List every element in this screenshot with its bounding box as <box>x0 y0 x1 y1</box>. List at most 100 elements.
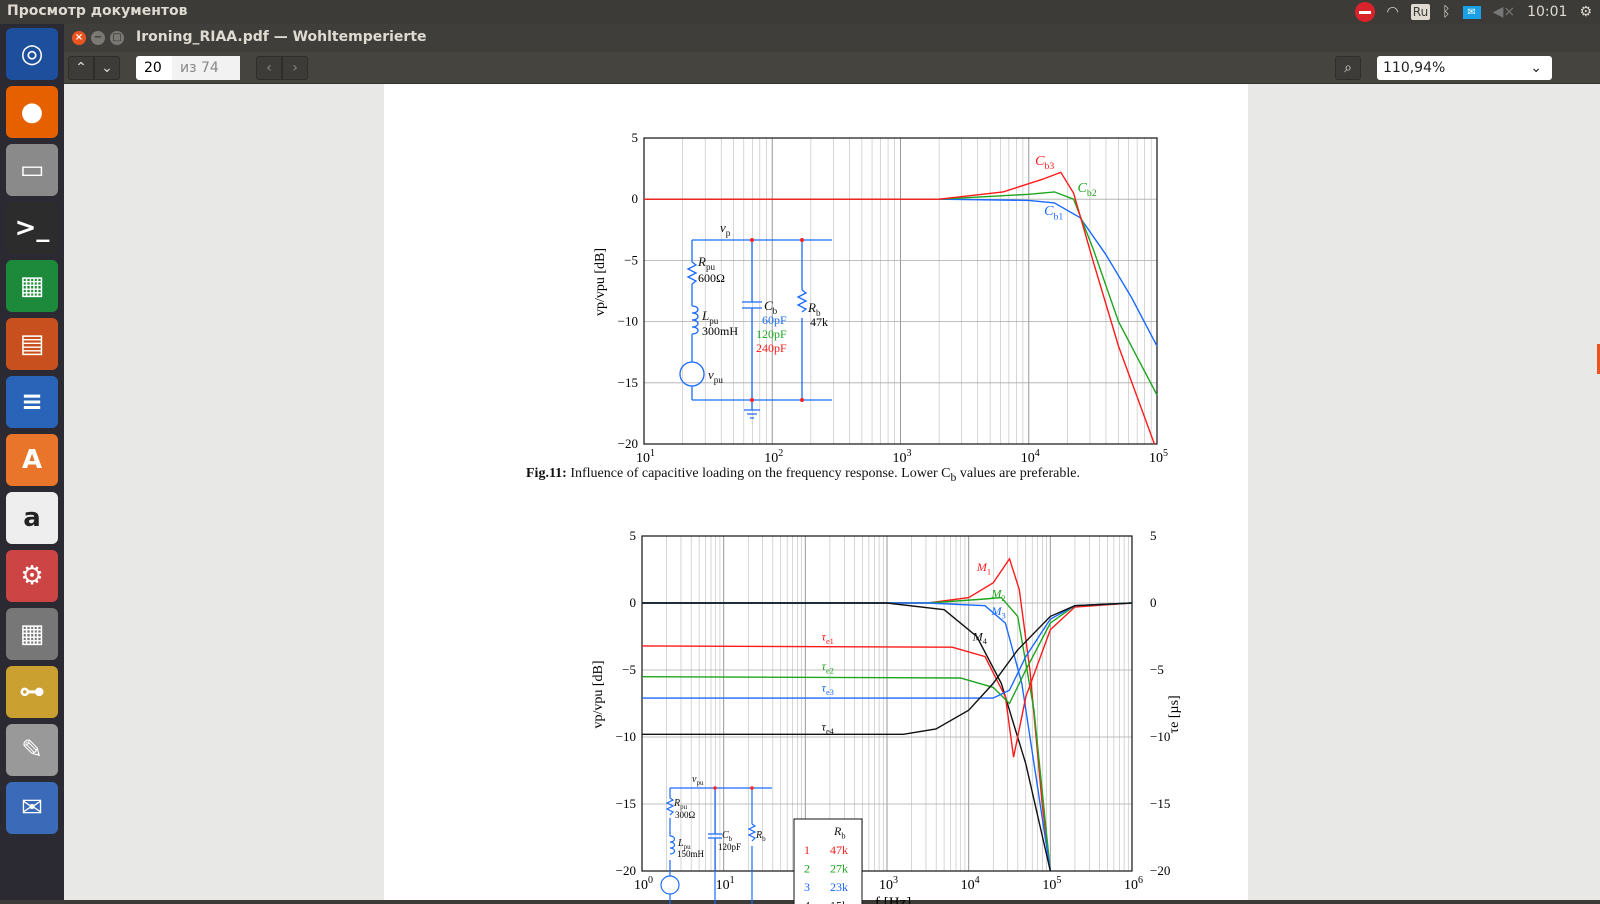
label-M1: M1 <box>976 560 991 577</box>
previous-page-button[interactable]: ⌃ <box>68 56 94 80</box>
mail-icon[interactable]: ✉ <box>1463 6 1481 19</box>
y2-axis-label: τe [µs] <box>1167 695 1182 733</box>
document-view[interactable]: 50−5−10−15−20101102103104105f [Hz]vp/vpu… <box>64 84 1600 900</box>
minimize-window-button[interactable]: − <box>91 31 105 45</box>
dock-firefox[interactable]: ● <box>6 86 58 138</box>
legend-index: 2 <box>804 862 810 876</box>
search-button[interactable]: ⌕ <box>1335 56 1361 80</box>
caption-tail: values are preferable. <box>956 466 1080 481</box>
dock-amazon[interactable]: a <box>6 492 58 544</box>
gear-icon[interactable]: ⚙ <box>1579 4 1592 20</box>
y-tick-label: −5 <box>624 252 638 267</box>
label-cb-value: 240pF <box>756 341 787 355</box>
label-lpu-value: 300mH <box>702 324 738 338</box>
system-settings-icon: ⚙ <box>20 561 43 591</box>
toolbar: ⌃ ⌄ 20 из 74 ‹ › ⌕ 110,94% ⌄ <box>64 52 1600 84</box>
label-M2: M2 <box>991 587 1006 604</box>
active-app-title: Просмотр документов <box>7 3 187 19</box>
inductor-lpu <box>692 306 698 334</box>
label-τe2: τe2 <box>822 659 834 676</box>
keyboard-layout-indicator[interactable]: Ru <box>1411 4 1430 20</box>
y-tick-label: −15 <box>618 375 638 390</box>
dock-files[interactable]: ▭ <box>6 144 58 196</box>
dock-libreoffice-impress[interactable]: ▤ <box>6 318 58 370</box>
dock-ubuntu-home[interactable]: ◎ <box>6 28 58 80</box>
volume-muted-icon[interactable]: ◀× <box>1493 4 1516 20</box>
junction-dot <box>713 786 717 790</box>
terminal-icon: >_ <box>15 213 50 243</box>
page-total: из 74 <box>172 56 240 80</box>
label-cb3: Cb3 <box>1035 154 1054 172</box>
zoom-select[interactable]: 110,94% ⌄ <box>1377 56 1552 80</box>
dock-libreoffice-writer[interactable]: ≡ <box>6 376 58 428</box>
notification-blocked-icon[interactable] <box>1355 2 1375 22</box>
legend-value: 47k <box>830 843 848 857</box>
x-tick-label: 104 <box>961 875 980 893</box>
legend-value: 23k <box>830 880 848 894</box>
zoom-value: 110,94% <box>1383 60 1445 76</box>
junction-dot <box>750 238 754 242</box>
dock-text-editor[interactable]: ✎ <box>6 724 58 776</box>
y-tick-label: −10 <box>618 314 638 329</box>
label-rpu: Rpu <box>697 254 716 272</box>
x-tick-label: 103 <box>893 448 912 464</box>
dock-calculator[interactable]: ▦ <box>6 608 58 660</box>
label-τe1: τe1 <box>822 630 834 647</box>
chevron-down-icon: ⌄ <box>1530 56 1542 80</box>
system-top-bar: Просмотр документов ◠ Ru ᛒ ✉ ◀× 10:01 ⚙ <box>0 0 1600 24</box>
text-editor-icon: ✎ <box>21 735 43 765</box>
software-center-icon: A <box>22 445 42 475</box>
ubuntu-home-icon: ◎ <box>21 39 44 69</box>
y-tick-label: −20 <box>616 863 636 878</box>
label-cb-value: 120pF <box>718 842 741 852</box>
chart-rb-loading: 5500−5−5−10−10−15−15−20−2010010110210310… <box>384 484 1248 904</box>
label-cb2: Cb2 <box>1077 181 1096 199</box>
y-tick-label: 5 <box>632 130 639 145</box>
label-τe4: τe4 <box>822 719 835 736</box>
y2-tick-label: 0 <box>1150 595 1157 610</box>
label-vpu: vpu <box>692 774 704 787</box>
y2-tick-label: 5 <box>1150 528 1157 543</box>
y2-tick-label: −20 <box>1150 863 1170 878</box>
caption-text: Influence of capacitive loading on the f… <box>570 466 950 481</box>
close-window-button[interactable]: × <box>72 31 86 45</box>
dock-diagram-editor[interactable]: ⊶ <box>6 666 58 718</box>
y-tick-label: −10 <box>616 729 636 744</box>
x-tick-label: 105 <box>1149 448 1168 464</box>
history-back-button[interactable]: ‹ <box>256 56 282 80</box>
x-tick-label: 101 <box>636 448 655 464</box>
ground-symbol <box>744 400 760 418</box>
calculator-icon: ▦ <box>20 619 45 649</box>
dock-thunderbird[interactable]: ✉ <box>6 782 58 834</box>
label-rb-value: 47k <box>810 315 828 329</box>
junction-dot <box>750 786 754 790</box>
label-vp: vp <box>720 220 731 238</box>
y-tick-label: 0 <box>630 595 637 610</box>
label-τe3: τe3 <box>822 680 834 697</box>
dock-software-center[interactable]: A <box>6 434 58 486</box>
maximize-window-button[interactable]: □ <box>110 31 124 45</box>
clock[interactable]: 10:01 <box>1527 4 1567 20</box>
dock-libreoffice-calc[interactable]: ▦ <box>6 260 58 312</box>
y-axis-label: vp/vpu [dB] <box>593 248 608 316</box>
wifi-icon[interactable]: ◠ <box>1387 4 1399 20</box>
dock-system-settings[interactable]: ⚙ <box>6 550 58 602</box>
next-page-button[interactable]: ⌄ <box>94 56 120 80</box>
diagram-editor-icon: ⊶ <box>19 677 45 707</box>
y-tick-label: 5 <box>630 528 637 543</box>
label-rpu-value: 600Ω <box>698 271 725 285</box>
dock-terminal[interactable]: >_ <box>6 202 58 254</box>
files-icon: ▭ <box>20 155 45 185</box>
label-rpu-value: 300Ω <box>675 810 696 820</box>
y-tick-label: −20 <box>618 436 638 451</box>
label-M3: M3 <box>991 604 1006 621</box>
page-number-input[interactable]: 20 <box>136 60 172 76</box>
page-number-field[interactable]: 20 из 74 <box>136 56 240 80</box>
history-forward-button[interactable]: › <box>282 56 308 80</box>
y-tick-label: −5 <box>622 662 636 677</box>
thunderbird-icon: ✉ <box>21 793 43 823</box>
y-tick-label: 0 <box>632 191 639 206</box>
bluetooth-icon[interactable]: ᛒ <box>1442 4 1450 20</box>
y-axis-label: vp/vpu [dB] <box>591 660 606 728</box>
capacitor-cb <box>742 302 762 308</box>
